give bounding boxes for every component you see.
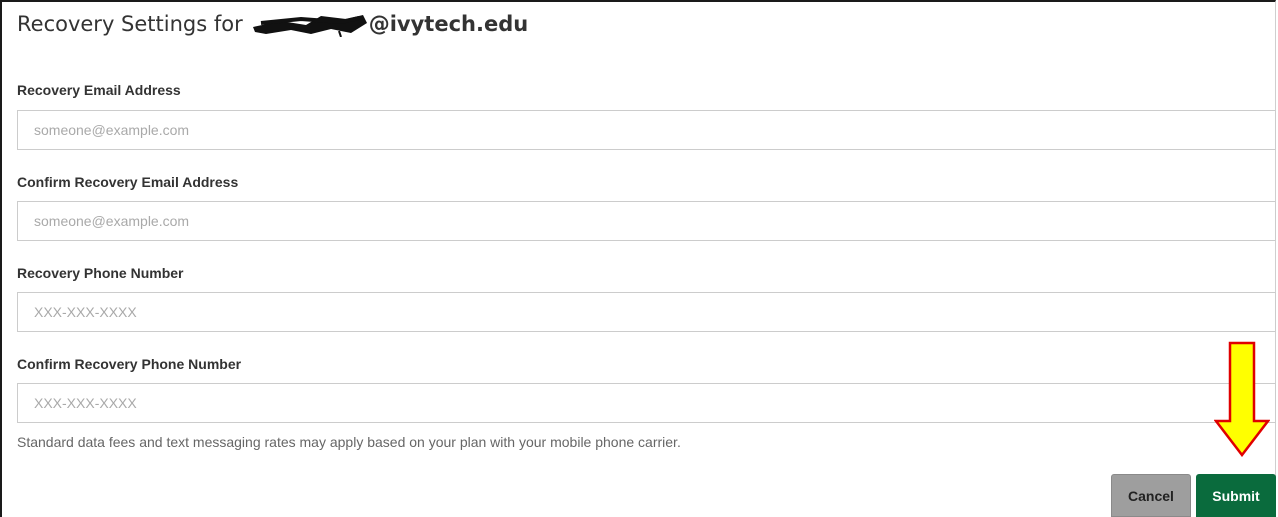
page-title: Recovery Settings for @ivytech.edu (17, 12, 529, 37)
rates-disclaimer: Standard data fees and text messaging ra… (17, 434, 681, 450)
recovery-email-input[interactable] (17, 110, 1276, 150)
cancel-button[interactable]: Cancel (1111, 474, 1191, 517)
confirm-recovery-email-input[interactable] (17, 201, 1276, 241)
submit-button[interactable]: Submit (1196, 474, 1276, 517)
recovery-phone-label: Recovery Phone Number (17, 265, 184, 281)
redacted-username (251, 15, 369, 37)
recovery-phone-input[interactable] (17, 292, 1276, 332)
down-arrow-icon (1214, 341, 1270, 457)
confirm-recovery-phone-input[interactable] (17, 383, 1276, 423)
confirm-recovery-phone-label: Confirm Recovery Phone Number (17, 356, 242, 372)
recovery-email-label: Recovery Email Address (17, 82, 181, 98)
title-domain: @ivytech.edu (368, 12, 529, 36)
title-prefix: Recovery Settings for (17, 12, 243, 36)
confirm-recovery-email-label: Confirm Recovery Email Address (17, 174, 239, 190)
